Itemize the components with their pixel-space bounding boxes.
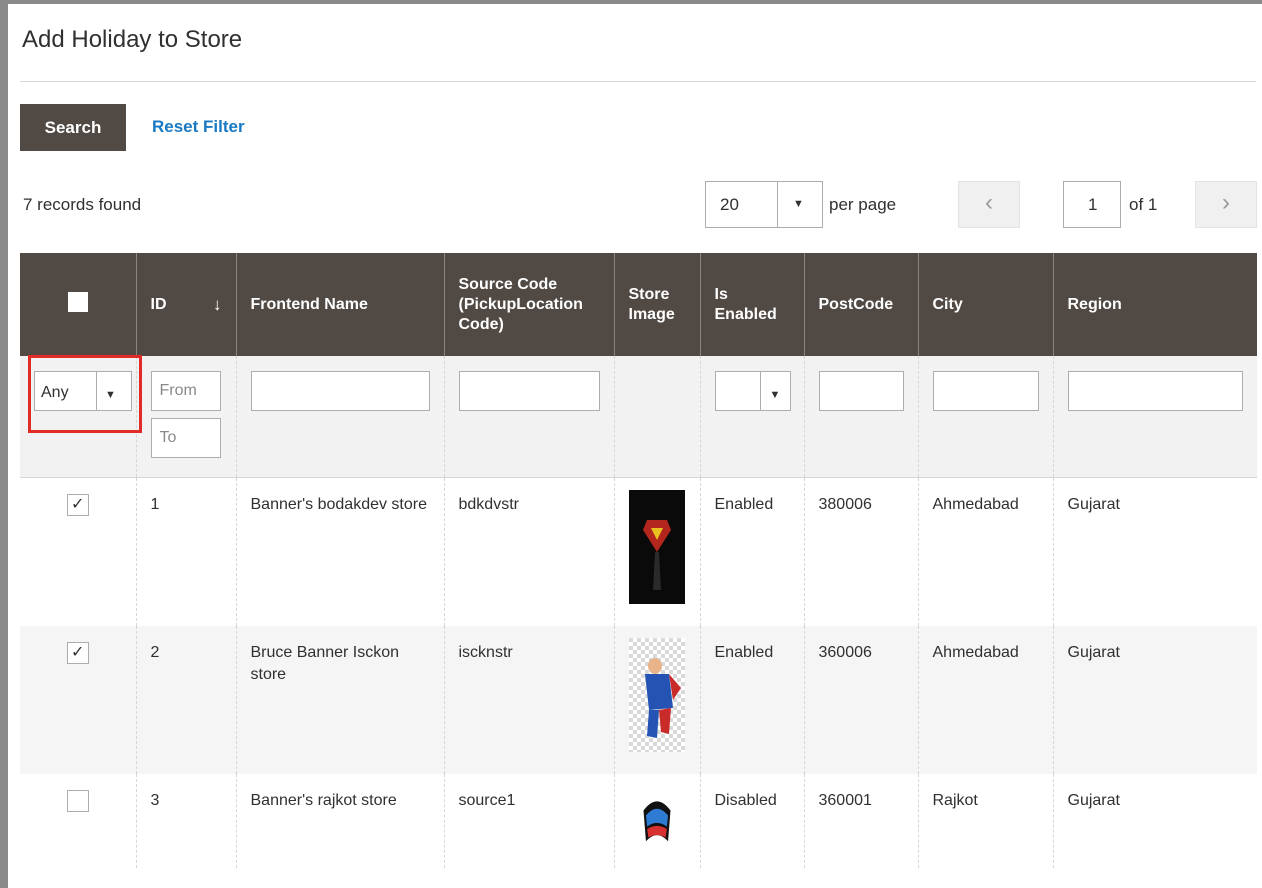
- column-header-id[interactable]: ID ↓: [135, 253, 236, 356]
- filter-postcode-cell: [803, 356, 918, 478]
- city-filter-input[interactable]: [932, 371, 1039, 411]
- filter-select-cell: Any ▼: [20, 356, 136, 478]
- id-cell: 3: [135, 773, 236, 868]
- per-page-divider: [777, 182, 778, 227]
- postcode-cell: 360006: [803, 625, 918, 774]
- id-from-input[interactable]: [150, 371, 221, 411]
- filter-source-code-cell: [443, 356, 614, 478]
- source-code-filter-input[interactable]: [458, 371, 600, 411]
- select-filter-dropdown[interactable]: Any ▼: [34, 371, 132, 411]
- chevron-down-icon: ▼: [105, 389, 116, 401]
- column-label: ID: [150, 295, 167, 313]
- row-checkbox[interactable]: ✓: [66, 494, 89, 516]
- select-all-header: [20, 253, 136, 356]
- row-select-cell: ✓: [20, 478, 136, 626]
- city-cell: Ahmedabad: [917, 477, 1053, 626]
- admin-panel: Add Holiday to Store Search Reset Filter…: [8, 4, 1262, 888]
- column-header-source-code[interactable]: Source Code (PickupLocation Code): [443, 253, 614, 356]
- title-divider: [20, 81, 1256, 82]
- total-pages-label: of 1: [1129, 195, 1158, 214]
- column-header-city[interactable]: City: [917, 253, 1053, 356]
- source-code-cell: isckn​str: [443, 625, 614, 774]
- column-header-region[interactable]: Region: [1052, 253, 1257, 356]
- filter-region-cell: [1052, 356, 1257, 478]
- id-to-input[interactable]: [150, 418, 221, 458]
- postcode-cell: 360001: [803, 773, 918, 868]
- row-select-cell: ✓: [20, 625, 136, 774]
- chevron-down-icon: ▼: [793, 198, 804, 210]
- previous-page-button[interactable]: ‹: [958, 181, 1020, 228]
- page-number-input[interactable]: [1063, 181, 1121, 228]
- filter-store-image-cell: [613, 356, 700, 478]
- region-cell: Gujarat: [1052, 625, 1257, 774]
- filter-frontend-name-cell: [235, 356, 444, 478]
- search-button[interactable]: Search: [20, 104, 126, 151]
- store-image-cell: [613, 773, 700, 868]
- filter-city-cell: [917, 356, 1053, 478]
- filter-is-enabled-cell: ▼: [699, 356, 804, 478]
- per-page-select[interactable]: 20 ▼: [705, 181, 823, 228]
- is-enabled-filter-dropdown[interactable]: ▼: [714, 371, 791, 411]
- sort-descending-icon: ↓: [213, 294, 222, 314]
- row-checkbox[interactable]: ✓: [66, 641, 89, 664]
- row-select-cell: [20, 774, 136, 868]
- table-row[interactable]: ✓ 1 Banner's bodakdev store bdkdvstr Ena…: [20, 477, 1257, 626]
- stores-grid: ID ↓ Frontend Name Source Code (PickupLo…: [20, 253, 1257, 868]
- id-cell: 1: [135, 477, 236, 626]
- frontend-name-cell: Banner's bodakdev store: [235, 477, 444, 626]
- filter-id-cell: [135, 356, 236, 478]
- select-filter-divider: [96, 372, 97, 410]
- region-cell: Gujarat: [1052, 773, 1257, 868]
- region-filter-input[interactable]: [1067, 371, 1243, 411]
- store-thumbnail-image: [639, 785, 674, 856]
- column-header-frontend-name[interactable]: Frontend Name: [235, 253, 444, 356]
- chevron-left-icon: ‹: [985, 189, 993, 216]
- is-enabled-cell: Enabled: [699, 625, 804, 774]
- frontend-name-cell: Banner's rajkot store: [235, 773, 444, 868]
- per-page-value: 20: [720, 195, 739, 214]
- is-enabled-filter-divider: [759, 372, 761, 410]
- column-header-store-image[interactable]: Store Image: [613, 253, 700, 356]
- chevron-down-icon: ▼: [769, 389, 781, 401]
- filter-row: Any ▼ From To ▼: [20, 356, 1257, 478]
- chevron-right-icon: ›: [1222, 189, 1230, 216]
- store-image-cell: [613, 625, 700, 774]
- region-cell: Gujarat: [1052, 477, 1257, 626]
- select-all-checkbox[interactable]: [67, 291, 88, 312]
- source-code-cell: bdkdvstr: [443, 477, 614, 626]
- table-row[interactable]: 3 Banner's rajkot store source1 Disabled…: [20, 773, 1257, 868]
- frontend-name-filter-input[interactable]: [250, 371, 430, 411]
- select-filter-value: Any: [41, 384, 69, 401]
- column-header-postcode[interactable]: PostCode: [803, 253, 918, 356]
- store-image-cell: [613, 477, 700, 626]
- reset-filter-link[interactable]: Reset Filter: [152, 117, 245, 137]
- row-checkbox[interactable]: [66, 789, 89, 812]
- postcode-filter-input[interactable]: [818, 371, 904, 411]
- store-thumbnail-image: [628, 490, 685, 604]
- source-code-cell: source1: [443, 773, 614, 868]
- id-cell: 2: [135, 625, 236, 774]
- city-cell: Rajkot: [917, 773, 1053, 868]
- is-enabled-cell: Disabled: [699, 773, 804, 868]
- page-title: Add Holiday to Store: [22, 26, 243, 53]
- grid-header-row: ID ↓ Frontend Name Source Code (PickupLo…: [20, 253, 1257, 356]
- records-count: 7 records found: [23, 195, 142, 214]
- city-cell: Ahmedabad: [917, 625, 1053, 774]
- is-enabled-cell: Enabled: [699, 477, 804, 626]
- store-thumbnail-image: [628, 637, 685, 752]
- frontend-name-cell: Bruce Banner Isckon store: [235, 625, 444, 774]
- postcode-cell: 380006: [803, 477, 918, 626]
- column-header-is-enabled[interactable]: Is Enabled: [699, 253, 804, 356]
- next-page-button[interactable]: ›: [1195, 181, 1257, 228]
- table-row[interactable]: ✓ 2 Bruce Banner Isckon store isckn​str: [20, 625, 1257, 774]
- per-page-label: per page: [829, 195, 897, 214]
